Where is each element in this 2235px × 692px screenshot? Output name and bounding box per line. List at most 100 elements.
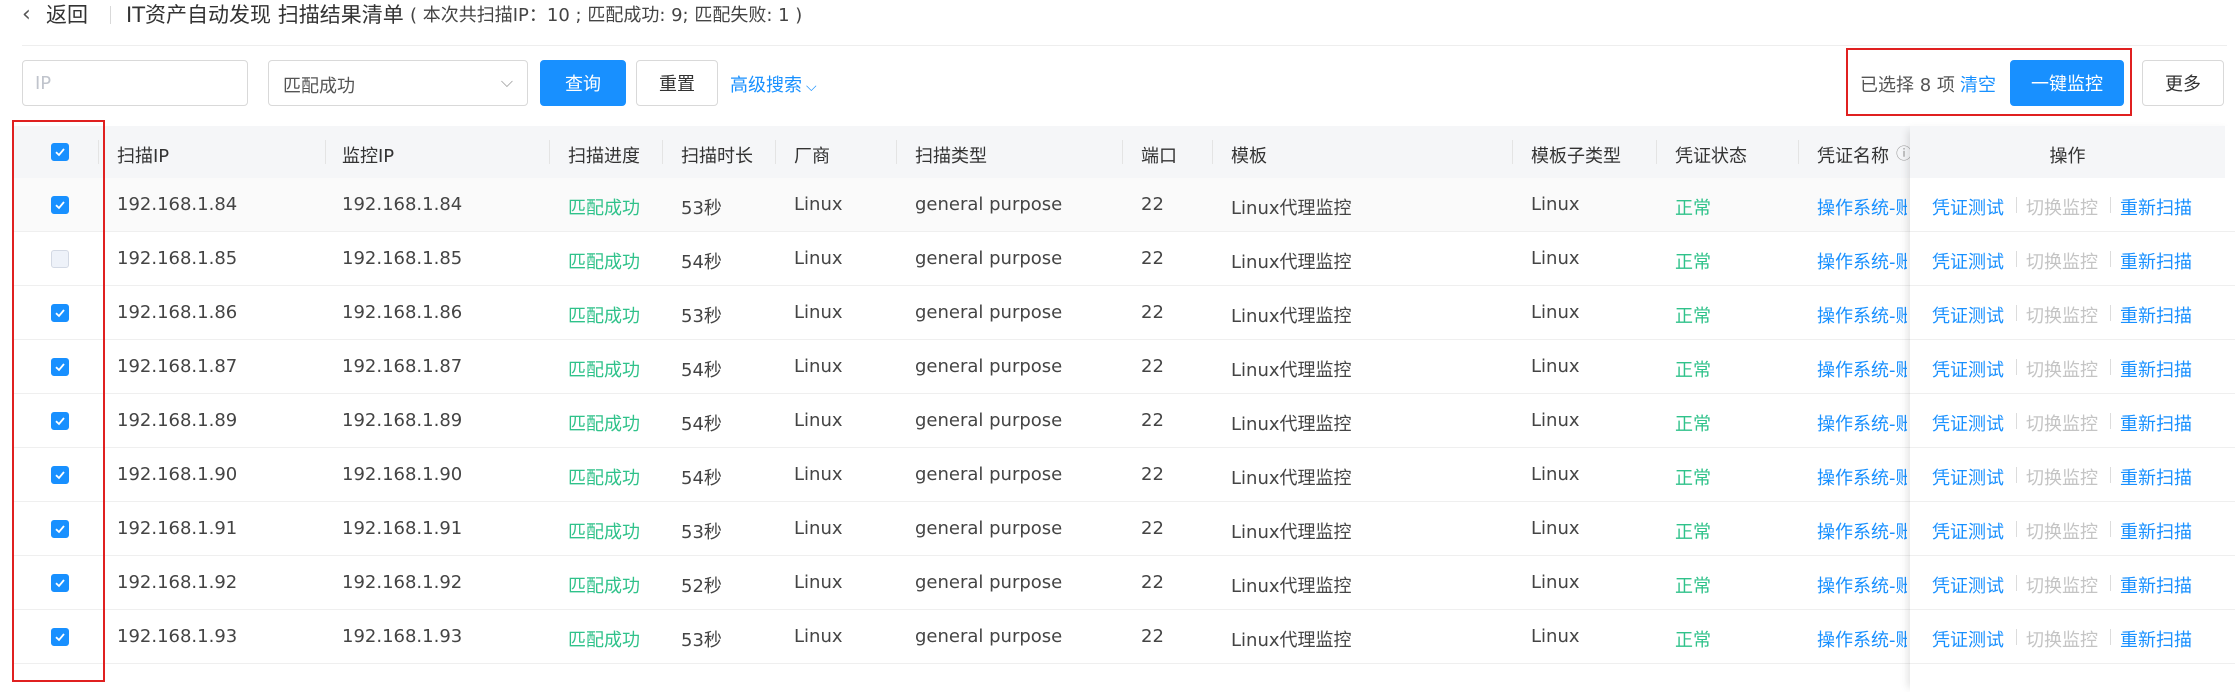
cell-progress: 匹配成功 [568,252,640,273]
chevron-left-icon[interactable]: ‹ [22,4,31,26]
action-separator [2110,359,2111,375]
match-status-select[interactable]: 匹配成功 ⌵ [268,60,528,106]
advanced-search-link[interactable]: 高级搜索 ⌵ [730,71,817,97]
check-icon [55,525,65,534]
more-button[interactable]: 更多 [2142,60,2224,106]
rescan-link[interactable]: 重新扫描 [2120,248,2192,274]
cell-template: Linux代理监控 [1231,198,1352,219]
column-separator [775,140,776,164]
cell-template-subtype: Linux [1531,248,1580,269]
cell-duration: 53秒 [681,630,722,651]
cell-vendor: Linux [794,464,843,485]
rescan-link[interactable]: 重新扫描 [2120,518,2192,544]
action-separator [2016,521,2017,537]
ip-search-input[interactable] [22,60,248,106]
rescan-link[interactable]: 重新扫描 [2120,194,2192,220]
cell-monitor-ip: 192.168.1.85 [342,248,463,269]
credential-test-link[interactable]: 凭证测试 [1932,464,2004,490]
cell-progress: 匹配成功 [568,468,640,489]
back-button[interactable]: 返回 [46,2,88,28]
select-all-checkbox[interactable] [51,143,69,161]
cell-credential-name[interactable]: 操作系统-账 [1817,518,1907,544]
cell-credential-name[interactable]: 操作系统-账 [1817,248,1907,274]
cell-port: 22 [1141,464,1164,485]
clear-selection-link[interactable]: 清空 [1960,71,1996,97]
row-divider [1910,285,2235,286]
rescan-link[interactable]: 重新扫描 [2120,410,2192,436]
cell-scan-ip: 192.168.1.85 [117,248,238,269]
column-separator [325,140,326,164]
cell-duration: 53秒 [681,522,722,543]
query-button[interactable]: 查询 [540,60,626,106]
column-separator [1656,140,1657,164]
cell-template: Linux代理监控 [1231,360,1352,381]
cell-credential-status: 正常 [1675,360,1711,381]
column-header-scan-type: 扫描类型 [915,146,987,167]
cell-credential-name[interactable]: 操作系统-账 [1817,572,1907,598]
cell-progress: 匹配成功 [568,522,640,543]
one-click-monitor-button[interactable]: 一键监控 [2010,60,2124,106]
cell-port: 22 [1141,410,1164,431]
row-checkbox[interactable] [51,574,69,592]
rescan-link[interactable]: 重新扫描 [2120,572,2192,598]
reset-button[interactable]: 重置 [636,60,718,106]
selected-count: 已选择 8 项 [1860,75,1955,96]
row-checkbox[interactable] [51,412,69,430]
row-checkbox[interactable] [51,628,69,646]
action-separator [2110,197,2111,213]
action-separator [2110,413,2111,429]
cell-scan-type: general purpose [915,410,1063,431]
row-checkbox[interactable] [51,520,69,538]
switch-monitor-link: 切换监控 [2026,252,2098,273]
credential-test-link[interactable]: 凭证测试 [1932,194,2004,220]
row-checkbox[interactable] [51,466,69,484]
credential-test-link[interactable]: 凭证测试 [1932,356,2004,382]
cell-duration: 54秒 [681,252,722,273]
row-divider [12,447,2225,448]
check-icon [55,309,65,318]
row-checkbox[interactable] [51,196,69,214]
row-divider [1910,609,2235,610]
cell-port: 22 [1141,626,1164,647]
row-checkbox[interactable] [51,358,69,376]
rescan-link[interactable]: 重新扫描 [2120,356,2192,382]
cell-template-subtype: Linux [1531,464,1580,485]
cell-duration: 54秒 [681,468,722,489]
cell-scan-ip: 192.168.1.87 [117,356,238,377]
credential-test-link[interactable]: 凭证测试 [1932,248,2004,274]
cell-template: Linux代理监控 [1231,630,1352,651]
row-divider [12,501,2225,502]
cell-duration: 53秒 [681,306,722,327]
cell-credential-name[interactable]: 操作系统-账 [1817,194,1907,220]
credential-test-link[interactable]: 凭证测试 [1932,410,2004,436]
column-header-actions: 操作 [2049,146,2086,167]
cell-monitor-ip: 192.168.1.93 [342,626,463,647]
column-separator [1798,140,1799,164]
cell-credential-name[interactable]: 操作系统-账 [1817,464,1907,490]
cell-scan-type: general purpose [915,464,1063,485]
row-divider [12,393,2225,394]
credential-test-link[interactable]: 凭证测试 [1932,302,2004,328]
cell-credential-name[interactable]: 操作系统-账 [1817,356,1907,382]
rescan-link[interactable]: 重新扫描 [2120,626,2192,652]
cell-template-subtype: Linux [1531,518,1580,539]
credential-test-link[interactable]: 凭证测试 [1932,518,2004,544]
credential-test-link[interactable]: 凭证测试 [1932,572,2004,598]
cell-vendor: Linux [794,248,843,269]
cell-credential-status: 正常 [1675,576,1711,597]
cell-credential-name[interactable]: 操作系统-账 [1817,626,1907,652]
action-separator [2110,305,2111,321]
action-separator [2016,197,2017,213]
credential-test-link[interactable]: 凭证测试 [1932,626,2004,652]
cell-scan-ip: 192.168.1.91 [117,518,238,539]
cell-credential-name[interactable]: 操作系统-账 [1817,410,1907,436]
row-checkbox[interactable] [51,250,69,268]
row-checkbox[interactable] [51,304,69,322]
cell-duration: 54秒 [681,360,722,381]
cell-credential-name[interactable]: 操作系统-账 [1817,302,1907,328]
rescan-link[interactable]: 重新扫描 [2120,302,2192,328]
rescan-link[interactable]: 重新扫描 [2120,464,2192,490]
column-header-monitor-ip: 监控IP [342,146,395,167]
action-separator [2016,359,2017,375]
cell-credential-status: 正常 [1675,306,1711,327]
